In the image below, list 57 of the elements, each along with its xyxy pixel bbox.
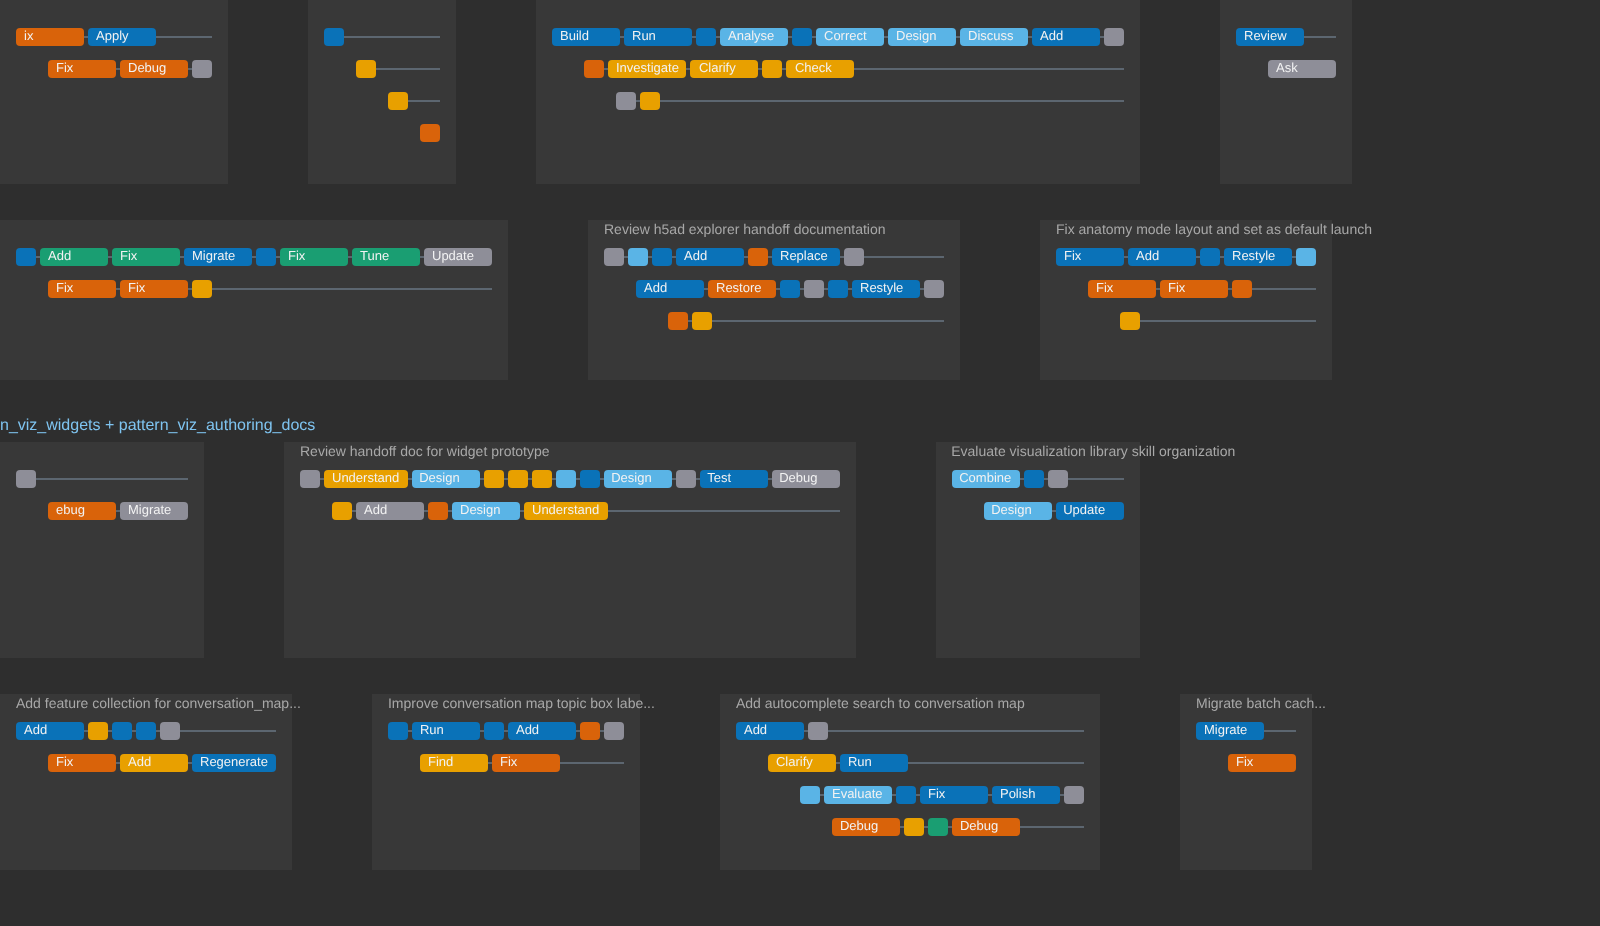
- step-node[interactable]: [16, 470, 36, 488]
- step-node[interactable]: [780, 280, 800, 298]
- step-node[interactable]: [112, 722, 132, 740]
- step-node[interactable]: [675, 470, 696, 488]
- step-node[interactable]: [1104, 28, 1124, 46]
- step-node[interactable]: [628, 248, 648, 266]
- step-node[interactable]: [1296, 248, 1316, 266]
- step-node[interactable]: [652, 248, 672, 266]
- step-node[interactable]: [603, 722, 624, 740]
- step-node[interactable]: [16, 248, 36, 266]
- step-node[interactable]: [555, 470, 576, 488]
- step-node[interactable]: [1047, 470, 1068, 488]
- step-node[interactable]: [828, 280, 848, 298]
- step-node[interactable]: [324, 28, 344, 46]
- step-node[interactable]: [804, 280, 824, 298]
- step-node[interactable]: [483, 470, 504, 488]
- step-node[interactable]: [160, 722, 180, 740]
- section-heading: n_viz_widgets + pattern_viz_authoring_docs: [0, 416, 318, 438]
- step-node[interactable]: [507, 470, 528, 488]
- step-node[interactable]: [924, 280, 944, 298]
- step-node[interactable]: [531, 470, 552, 488]
- step-node[interactable]: [927, 818, 948, 836]
- step-node[interactable]: [1120, 312, 1140, 330]
- step-node[interactable]: [792, 28, 812, 46]
- step-node[interactable]: [579, 722, 600, 740]
- step-node[interactable]: [1063, 786, 1084, 804]
- step-node[interactable]: [356, 60, 376, 78]
- step-node[interactable]: [428, 502, 448, 520]
- step-node[interactable]: [388, 92, 408, 110]
- step-node[interactable]: [300, 470, 320, 488]
- step-node[interactable]: [256, 248, 276, 266]
- step-node[interactable]: [844, 248, 864, 266]
- step-node[interactable]: [696, 28, 716, 46]
- step-node[interactable]: [192, 60, 212, 78]
- step-node[interactable]: [192, 280, 212, 298]
- step-node[interactable]: [1200, 248, 1220, 266]
- step-node[interactable]: [387, 722, 408, 740]
- step-node[interactable]: [604, 248, 624, 266]
- step-node[interactable]: [584, 60, 604, 78]
- step-node[interactable]: [762, 60, 783, 78]
- step-node[interactable]: [1023, 470, 1044, 488]
- step-node[interactable]: [420, 124, 440, 142]
- step-node[interactable]: [692, 312, 712, 330]
- step-node[interactable]: [640, 92, 660, 110]
- step-node[interactable]: [903, 818, 924, 836]
- step-node[interactable]: [136, 722, 156, 740]
- step-node[interactable]: [616, 92, 636, 110]
- step-node[interactable]: [807, 722, 828, 740]
- step-node[interactable]: [799, 786, 820, 804]
- step-node[interactable]: [668, 312, 688, 330]
- step-node[interactable]: [1232, 280, 1252, 298]
- step-node[interactable]: [483, 722, 504, 740]
- step-node[interactable]: [579, 470, 600, 488]
- step-node[interactable]: [748, 248, 768, 266]
- step-node[interactable]: [88, 722, 108, 740]
- step-node[interactable]: [895, 786, 916, 804]
- step-node[interactable]: [332, 502, 352, 520]
